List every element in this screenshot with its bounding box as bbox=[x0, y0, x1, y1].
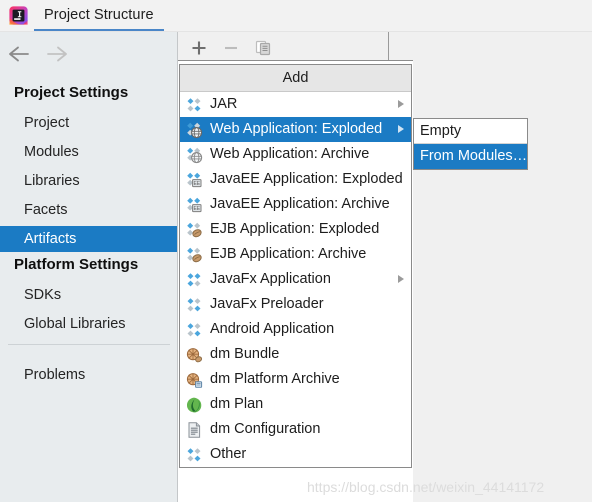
sidebar-item-problems[interactable]: Problems bbox=[0, 362, 177, 388]
tab-project-structure[interactable]: Project Structure bbox=[34, 0, 164, 31]
artifacts-toolbar bbox=[178, 32, 388, 62]
svg-text:EE: EE bbox=[193, 181, 200, 187]
menu-item-javafx-application[interactable]: JavaFx Application bbox=[180, 267, 411, 292]
sidebar-item-artifacts[interactable]: Artifacts bbox=[0, 226, 177, 252]
ejb-archive-icon bbox=[187, 247, 202, 262]
menu-item-label: Android Application bbox=[210, 321, 335, 337]
settings-sidebar: Project Settings Project Modules Librari… bbox=[0, 32, 178, 502]
menu-item-label: JavaEE Application: Exploded bbox=[210, 171, 403, 187]
menu-item-label: Web Application: Exploded bbox=[210, 121, 383, 137]
menu-item-label: Other bbox=[210, 446, 247, 462]
menu-item-dm-plan[interactable]: dm Plan bbox=[180, 392, 411, 417]
javafx-preloader-icon bbox=[187, 297, 201, 311]
menu-item-ejb-application-archive[interactable]: EJB Application: Archive bbox=[180, 242, 411, 267]
add-button[interactable] bbox=[189, 38, 209, 58]
menu-item-label: dm Bundle bbox=[210, 346, 280, 362]
dm-configuration-icon bbox=[188, 421, 201, 438]
sidebar-divider bbox=[8, 344, 170, 345]
menu-item-ejb-application-exploded[interactable]: EJB Application: Exploded bbox=[180, 217, 411, 242]
navigation-buttons bbox=[6, 41, 86, 67]
menu-item-label: dm Configuration bbox=[210, 421, 321, 437]
dm-bundle-icon bbox=[186, 347, 203, 362]
javaee-exploded-icon: EE bbox=[187, 172, 202, 187]
sidebar-item-modules[interactable]: Modules bbox=[0, 139, 177, 165]
sidebar-item-global-libraries[interactable]: Global Libraries bbox=[0, 311, 177, 337]
sidebar-item-sdks[interactable]: SDKs bbox=[0, 282, 177, 308]
menu-item-javafx-preloader[interactable]: JavaFx Preloader bbox=[180, 292, 411, 317]
add-menu-title: Add bbox=[180, 65, 411, 92]
window-title: Project Structure bbox=[44, 6, 154, 23]
svg-text:EE: EE bbox=[193, 206, 200, 212]
sidebar-heading-platform-settings: Platform Settings bbox=[14, 256, 139, 273]
minus-icon bbox=[225, 46, 237, 50]
other-icon bbox=[187, 447, 201, 461]
submenu-arrow-icon bbox=[398, 125, 404, 133]
dm-plan-icon bbox=[186, 397, 202, 412]
copy-button[interactable] bbox=[253, 38, 273, 58]
plus-icon bbox=[192, 41, 206, 55]
sidebar-item-facets[interactable]: Facets bbox=[0, 197, 177, 223]
sidebar-item-project[interactable]: Project bbox=[0, 110, 177, 136]
submenu-arrow-icon bbox=[398, 275, 404, 283]
arrow-right-icon bbox=[47, 46, 67, 62]
menu-item-label: JavaFx Preloader bbox=[210, 296, 324, 312]
menu-item-label: EJB Application: Exploded bbox=[210, 221, 380, 237]
web-exploded-submenu: Empty From Modules… bbox=[413, 118, 528, 170]
arrow-left-icon bbox=[9, 46, 29, 62]
web-archive-icon bbox=[187, 147, 203, 163]
javaee-archive-icon: EE bbox=[187, 197, 202, 212]
menu-item-web-application-archive[interactable]: Web Application: Archive bbox=[180, 142, 411, 167]
menu-item-dm-configuration[interactable]: dm Configuration bbox=[180, 417, 411, 442]
menu-item-android-application[interactable]: Android Application bbox=[180, 317, 411, 342]
title-bar: Project Structure bbox=[0, 0, 592, 32]
forward-button[interactable] bbox=[42, 41, 70, 67]
toolbar-divider bbox=[388, 32, 389, 60]
menu-item-dm-platform-archive[interactable]: dm Platform Archive bbox=[180, 367, 411, 392]
menu-item-web-application-exploded[interactable]: Web Application: Exploded bbox=[180, 117, 411, 142]
menu-item-label: JavaEE Application: Archive bbox=[210, 196, 390, 212]
submenu-item-empty[interactable]: Empty bbox=[414, 119, 527, 144]
back-button[interactable] bbox=[6, 41, 34, 67]
menu-item-javaee-application-archive[interactable]: EE JavaEE Application: Archive bbox=[180, 192, 411, 217]
menu-item-other[interactable]: Other bbox=[180, 442, 411, 467]
copy-icon bbox=[255, 40, 271, 56]
web-exploded-icon bbox=[187, 122, 203, 138]
android-application-icon bbox=[187, 322, 201, 336]
dm-platform-archive-icon bbox=[186, 372, 203, 388]
menu-item-label: JAR bbox=[210, 96, 238, 112]
sidebar-heading-project-settings: Project Settings bbox=[14, 84, 129, 101]
add-popup-menu: Add JAR Web Application: Exploded Web Ap… bbox=[179, 64, 412, 468]
menu-item-label: JavaFx Application bbox=[210, 271, 331, 287]
menu-item-label: Web Application: Archive bbox=[210, 146, 370, 162]
intellij-idea-logo bbox=[9, 6, 28, 25]
sidebar-item-libraries[interactable]: Libraries bbox=[0, 168, 177, 194]
ejb-exploded-icon bbox=[187, 222, 202, 237]
javafx-icon bbox=[187, 272, 201, 286]
submenu-arrow-icon bbox=[398, 100, 404, 108]
menu-item-dm-bundle[interactable]: dm Bundle bbox=[180, 342, 411, 367]
menu-item-label: dm Plan bbox=[210, 396, 264, 412]
menu-item-label: dm Platform Archive bbox=[210, 371, 340, 387]
remove-button[interactable] bbox=[221, 38, 241, 58]
menu-item-javaee-application-exploded[interactable]: EE JavaEE Application: Exploded bbox=[180, 167, 411, 192]
jar-icon bbox=[187, 97, 201, 111]
submenu-item-from-modules[interactable]: From Modules… bbox=[414, 144, 527, 169]
menu-item-jar[interactable]: JAR bbox=[180, 92, 411, 117]
menu-item-label: EJB Application: Archive bbox=[210, 246, 367, 262]
